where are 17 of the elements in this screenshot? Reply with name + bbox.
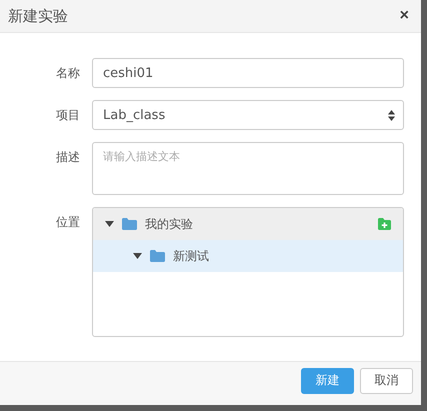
name-field[interactable]: ceshi01 bbox=[92, 58, 404, 88]
folder-icon bbox=[150, 250, 165, 262]
close-button[interactable]: × bbox=[400, 7, 409, 25]
tree-item[interactable]: 我的实验 bbox=[93, 208, 403, 240]
field-label: 项目 bbox=[55, 107, 81, 124]
field-label: 描述 bbox=[55, 149, 81, 166]
dialog-title: 新建实验 bbox=[8, 6, 68, 26]
field-label: 名称 bbox=[55, 65, 81, 82]
project-select[interactable]: Lab_class bbox=[92, 100, 404, 130]
tree-item[interactable]: 新测试 bbox=[93, 240, 403, 272]
caret-icon[interactable] bbox=[105, 221, 114, 227]
caret-icon[interactable] bbox=[133, 253, 142, 259]
folder-icon bbox=[122, 218, 137, 230]
description-field[interactable]: 请输入描述文本 bbox=[92, 142, 404, 195]
cancel-button[interactable]: 取消 bbox=[360, 368, 413, 394]
sort-arrows-icon bbox=[388, 110, 395, 120]
field-label: 位置 bbox=[55, 214, 81, 231]
